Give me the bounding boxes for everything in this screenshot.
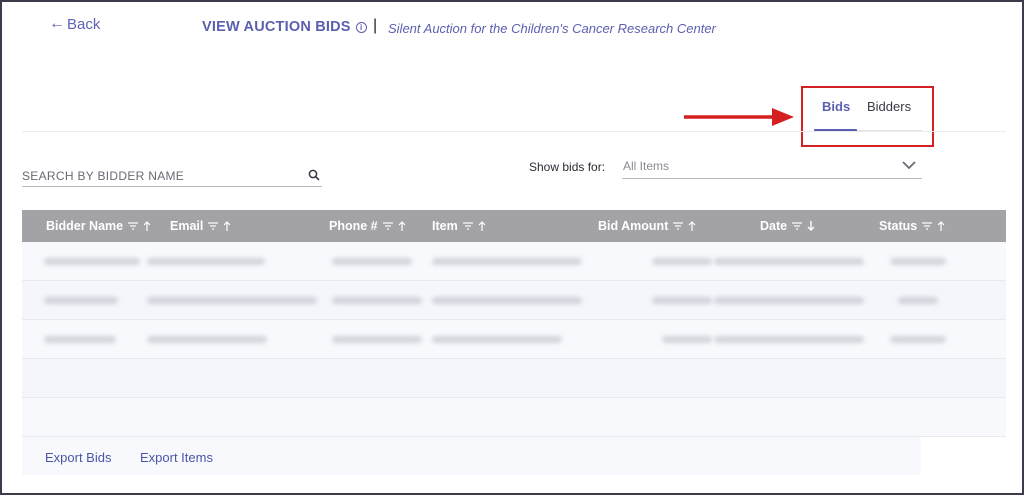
redacted-cell	[714, 258, 864, 265]
bids-table: Bidder Name Email Phone # Item Bid Amoun	[22, 210, 1006, 475]
column-header-bid-amount[interactable]: Bid Amount	[598, 219, 696, 233]
column-header-date[interactable]: Date	[760, 219, 815, 233]
show-bids-label: Show bids for:	[529, 160, 606, 174]
sort-down-icon[interactable]	[807, 221, 815, 231]
filter-icon[interactable]	[792, 222, 803, 230]
sort-up-icon[interactable]	[688, 221, 696, 231]
show-bids-selected-value: All Items	[623, 159, 670, 173]
column-header-item[interactable]: Item	[432, 219, 486, 233]
tab-bids[interactable]: Bids	[822, 99, 850, 114]
info-icon[interactable]: i	[355, 21, 367, 33]
table-row[interactable]	[22, 320, 1006, 359]
auction-name: Silent Auction for the Children's Cancer…	[388, 21, 716, 36]
column-header-status[interactable]: Status	[879, 219, 945, 233]
redacted-cell	[890, 258, 946, 265]
table-footer: Export Bids Export Items	[22, 437, 921, 475]
search-icon[interactable]	[308, 169, 320, 181]
redacted-cell	[147, 258, 265, 265]
redacted-cell	[44, 336, 116, 343]
redacted-cell	[898, 297, 938, 304]
table-row-empty	[22, 398, 1006, 437]
redacted-cell	[432, 297, 582, 304]
sort-up-icon[interactable]	[478, 221, 486, 231]
arrow-left-icon: ←	[49, 15, 65, 32]
redacted-cell	[44, 297, 118, 304]
section-divider	[22, 131, 1006, 132]
back-label: Back	[67, 15, 101, 33]
column-label: Item	[432, 219, 458, 233]
redacted-cell	[432, 336, 562, 343]
sort-up-icon[interactable]	[398, 221, 406, 231]
chevron-down-icon	[902, 161, 916, 170]
tab-bidders[interactable]: Bidders	[867, 99, 911, 114]
filter-icon[interactable]	[922, 222, 933, 230]
redacted-cell	[662, 336, 712, 343]
column-header-email[interactable]: Email	[170, 219, 231, 233]
sort-up-icon[interactable]	[223, 221, 231, 231]
page-title: VIEW AUCTION BIDS i	[202, 19, 367, 35]
column-label: Email	[170, 219, 204, 233]
redacted-cell	[332, 297, 422, 304]
page-frame: ← Back VIEW AUCTION BIDS i | Silent Auct…	[0, 0, 1024, 495]
column-label: Status	[879, 219, 918, 233]
table-row[interactable]	[22, 242, 1006, 281]
column-label: Date	[760, 219, 788, 233]
filter-icon[interactable]	[673, 222, 684, 230]
redacted-cell	[432, 258, 582, 265]
column-label: Phone #	[329, 219, 378, 233]
filter-icon[interactable]	[382, 222, 393, 230]
redacted-cell	[652, 258, 712, 265]
redacted-cell	[147, 297, 317, 304]
back-link[interactable]: ← Back	[49, 15, 100, 33]
filter-icon[interactable]	[208, 222, 219, 230]
column-header-phone[interactable]: Phone #	[329, 219, 406, 233]
show-bids-select[interactable]: All Items	[622, 155, 922, 179]
filter-icon[interactable]	[128, 222, 139, 230]
search-field	[22, 165, 322, 187]
sort-up-icon[interactable]	[937, 221, 945, 231]
table-row[interactable]	[22, 281, 1006, 320]
column-label: Bidder Name	[46, 219, 124, 233]
tabs-highlight-box	[801, 86, 934, 147]
sort-up-icon[interactable]	[143, 221, 151, 231]
title-separator: |	[373, 17, 378, 34]
column-header-bidder-name[interactable]: Bidder Name	[46, 219, 151, 233]
filter-icon[interactable]	[462, 222, 473, 230]
search-input[interactable]	[22, 168, 292, 183]
page-title-text: VIEW AUCTION BIDS	[202, 19, 351, 35]
redacted-cell	[714, 336, 864, 343]
column-label: Bid Amount	[598, 219, 669, 233]
redacted-cell	[332, 258, 412, 265]
redacted-cell	[652, 297, 712, 304]
redacted-cell	[714, 297, 864, 304]
export-bids-button[interactable]: Export Bids	[45, 450, 111, 465]
redacted-cell	[890, 336, 946, 343]
redacted-cell	[332, 336, 422, 343]
redacted-cell	[147, 336, 267, 343]
table-row-empty	[22, 359, 1006, 398]
export-items-button[interactable]: Export Items	[140, 450, 213, 465]
redacted-cell	[44, 258, 140, 265]
red-arrow-annotation-icon	[684, 108, 794, 126]
table-header-row: Bidder Name Email Phone # Item Bid Amoun	[22, 210, 1006, 242]
